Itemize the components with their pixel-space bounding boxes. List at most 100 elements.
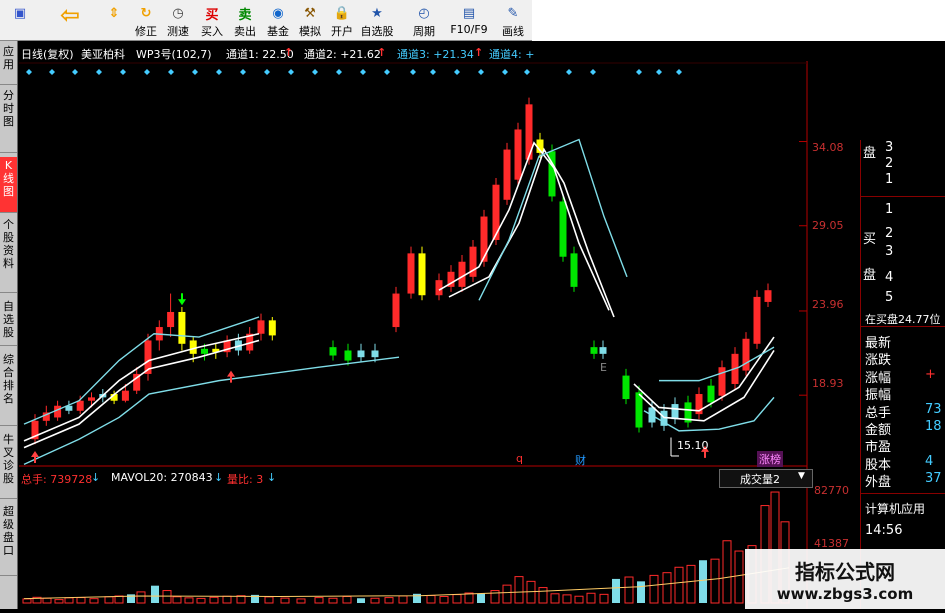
volume-bar: [184, 597, 194, 604]
low-price-label: 15.10: [677, 439, 709, 452]
mavol-line: [23, 567, 790, 600]
kline-chart[interactable]: 日线(复权) 美亚柏科 WP3号(102,7) 通道1: 22.50 通道2: …: [19, 41, 860, 609]
candle-body: [329, 347, 337, 356]
volume-bar: [674, 566, 684, 604]
cycle-icon: ◴: [418, 5, 430, 21]
toolbar-button-label: 卖出: [234, 25, 256, 38]
toolbar: ▣ ⇦ ⇕ ↻ 修正 ◷ 测速买买入卖卖出 ◉ 基金 ⚒ 模拟 🔒 开户 ★ 自选股 ◴ 周期 ▤ F10/F9 ✎ 画…: [0, 0, 532, 41]
toolbar-button-9[interactable]: 🔒 开户: [326, 1, 358, 40]
back-arrow-button[interactable]: ⇦: [52, 1, 88, 40]
quote-value: 4: [925, 453, 934, 469]
candle-body: [503, 149, 511, 200]
marker-diamond-icon: [636, 69, 642, 75]
app-button[interactable]: ▣: [4, 1, 36, 40]
marker-diamond-icon: [430, 69, 436, 75]
left-tab-2[interactable]: K 线 图: [0, 157, 17, 213]
volume-bar: [64, 597, 74, 604]
toolbar-button-5[interactable]: 买买入: [196, 1, 228, 40]
back-arrow-icon: ⇦: [59, 1, 81, 29]
volume-bar: [384, 597, 394, 604]
volume-bar: [722, 540, 732, 604]
candle-body: [559, 201, 567, 257]
marker-diamond-icon: [240, 69, 246, 75]
quote-label: 市盈: [865, 440, 892, 456]
sell-panel-label: 盘: [863, 146, 877, 161]
chart-title: 日线(复权): [21, 48, 74, 61]
volume-indicator-selected: 成交量2: [740, 473, 780, 486]
marker-diamond-icon: [72, 69, 78, 75]
volume-bar: [42, 597, 52, 604]
candle-body: [178, 311, 186, 344]
marker-diamond-icon: [524, 69, 530, 75]
toolbar-button-4[interactable]: ◷ 测速: [162, 1, 194, 40]
toolbar-button-13[interactable]: ✎ 画线: [497, 1, 529, 40]
volume-indicator-dropdown[interactable]: 成交量2 ▼: [719, 469, 813, 488]
quote-label: 外盘: [865, 475, 892, 491]
volume-bar: [114, 595, 124, 604]
watermark-title: 指标公式网: [795, 559, 895, 584]
watermark: 指标公式网 www.zbgs3.com: [745, 549, 945, 609]
candle-body: [88, 397, 95, 401]
channel-line-outer-upper: [659, 346, 775, 382]
volume-bar: [342, 596, 352, 604]
marker-diamond-icon: [168, 69, 174, 75]
price-axis-label: 34.08: [812, 141, 844, 154]
buy-signal-arrow-icon: [227, 370, 235, 383]
buy-label: 买: [863, 232, 877, 247]
volume-bar: [280, 597, 290, 604]
arrows-updown-button[interactable]: ⇕: [98, 1, 130, 40]
volume-bar: [550, 593, 560, 604]
marker-diamond-icon: [49, 69, 55, 75]
candle-body: [753, 296, 761, 344]
price-axis-label: 29.05: [812, 219, 844, 232]
chevron-down-icon: ▼: [798, 471, 805, 481]
volume-bar: [710, 558, 720, 604]
volume-ratio-label: 量比: 3: [227, 473, 264, 486]
stock-name: 美亚柏科: [81, 48, 125, 61]
marker-diamond-icon: [264, 69, 270, 75]
left-tab-7[interactable]: 超 级 盘 口: [0, 503, 17, 576]
left-tab-5[interactable]: 综 合 排 名: [0, 351, 17, 426]
candle-body: [257, 320, 265, 334]
volume-bar: [370, 597, 380, 604]
volume-bar: [136, 591, 146, 604]
toolbar-button-10[interactable]: ★ 自选股: [361, 1, 394, 40]
volume-bar: [439, 596, 449, 604]
toolbar-button-12[interactable]: ▤ F10/F9: [450, 1, 488, 40]
left-tab-1[interactable]: 分 时 图: [0, 87, 17, 153]
lock-icon: 🔒: [333, 5, 351, 21]
quote-label: 振幅: [865, 388, 892, 404]
channel1-up-arrow-icon: ↑: [284, 46, 294, 59]
volume-bar: [357, 598, 365, 603]
candle-body: [357, 350, 365, 358]
candle-body: [167, 311, 175, 328]
watermark-url: www.zbgs3.com: [776, 584, 914, 603]
toolbar-button-11[interactable]: ◴ 周期: [408, 1, 440, 40]
candle-body: [76, 400, 84, 411]
volume-bar: [502, 584, 512, 604]
quote-value: 37: [925, 471, 942, 487]
volume-axis-label: 82770: [814, 484, 849, 497]
left-tab-3[interactable]: 个 股 资 料: [0, 216, 17, 293]
marker-diamond-icon: [120, 69, 126, 75]
price-axis-label: 23.96: [812, 298, 844, 311]
toolbar-button-label: F10/F9: [450, 23, 488, 36]
finance-marker: 财: [575, 454, 586, 467]
toolbar-button-8[interactable]: ⚒ 模拟: [294, 1, 326, 40]
left-tab-0[interactable]: 应 用: [0, 43, 17, 85]
volume-bar: [54, 599, 64, 604]
pen-icon: ✎: [507, 5, 519, 21]
toolbar-button-7[interactable]: ◉ 基金: [262, 1, 294, 40]
refresh-icon: ↻: [140, 5, 152, 21]
toolbar-button-6[interactable]: 卖卖出: [229, 1, 261, 40]
toolbar-button-3[interactable]: ↻ 修正: [130, 1, 162, 40]
toolbar-button-label: 买入: [201, 25, 223, 38]
buy-level: 1: [885, 202, 894, 217]
event-marker: E: [600, 361, 607, 374]
volume-bar: [637, 581, 645, 603]
toolbar-button-label: 基金: [267, 25, 289, 38]
quote-label: 涨幅: [865, 370, 892, 386]
volume-bar: [624, 576, 634, 604]
left-tab-4[interactable]: 自 选 股: [0, 298, 17, 346]
left-tab-6[interactable]: 牛 叉 诊 股: [0, 431, 17, 499]
